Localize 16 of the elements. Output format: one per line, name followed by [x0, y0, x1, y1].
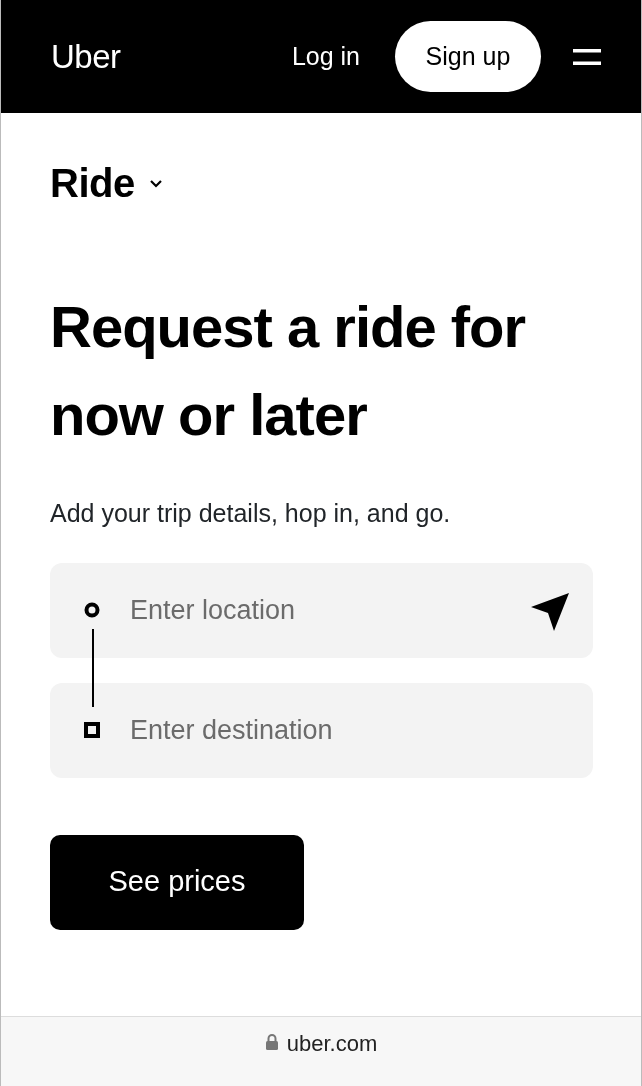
- product-dropdown[interactable]: Ride: [50, 153, 163, 213]
- lock-icon: [264, 1033, 279, 1051]
- menu-icon[interactable]: [573, 48, 601, 65]
- login-link[interactable]: Log in: [291, 37, 360, 76]
- page-heading: Request a ride for now or later: [50, 293, 527, 449]
- signup-button[interactable]: Sign up: [395, 21, 541, 92]
- see-prices-button[interactable]: See prices: [50, 834, 304, 930]
- chevron-down-icon: [148, 178, 163, 188]
- destination-square-icon: [84, 721, 100, 738]
- navigation-arrow-icon[interactable]: [529, 590, 571, 633]
- pickup-circle-icon: [84, 601, 100, 618]
- location-field[interactable]: Enter destination: [50, 682, 593, 778]
- logo[interactable]: Uber: [51, 31, 121, 82]
- subtitle: Add your trip details, hop in, and go.: [50, 498, 452, 529]
- url-text: uber.com: [286, 1030, 378, 1058]
- location-field[interactable]: Enter location: [50, 562, 593, 658]
